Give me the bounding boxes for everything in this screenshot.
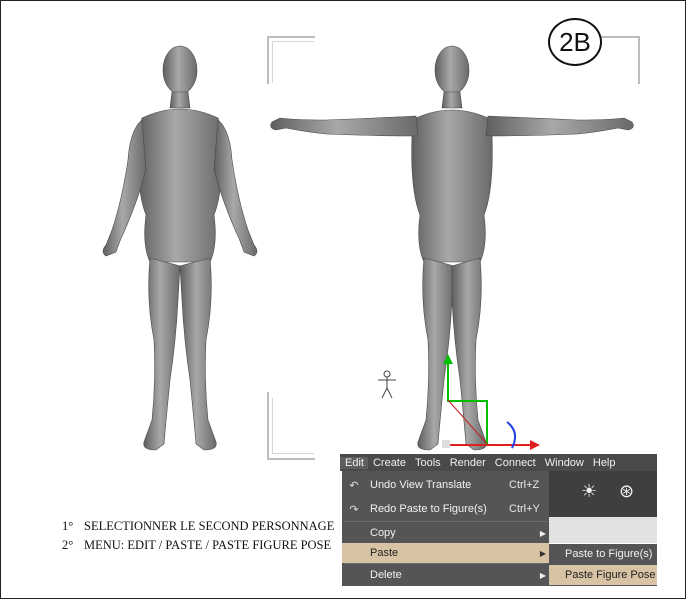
instruction-1-text: SELECTIONNER LE SECOND PERSONNAGE xyxy=(84,519,335,533)
menu-connect[interactable]: Connect xyxy=(490,457,540,469)
undo-label: Undo View Translate xyxy=(370,479,472,491)
redo-label: Redo Paste to Figure(s) xyxy=(370,503,487,515)
rotate-tool-icon[interactable]: ⊛ xyxy=(619,481,634,502)
menu-edit[interactable]: Edit xyxy=(340,456,368,469)
undo-shortcut: Ctrl+Z xyxy=(509,479,540,491)
delete-label: Delete xyxy=(370,569,402,581)
figure-tool-icon[interactable]: ☀ xyxy=(581,481,597,502)
menu-separator-2 xyxy=(344,563,547,564)
toolbar-strip xyxy=(549,517,657,543)
paste-figure-pose-label: Paste Figure Pose xyxy=(565,569,656,581)
toolbar: ☀ ⊛ xyxy=(549,471,657,517)
menu-item-paste[interactable]: Paste ▶ xyxy=(342,543,549,563)
gizmo-small-figure-icon xyxy=(378,370,396,399)
instructions: 1° SELECTIONNER LE SECOND PERSONNAGE 2° ME… xyxy=(62,517,334,555)
undo-icon: ↶ xyxy=(349,479,359,492)
menu-item-copy[interactable]: Copy ▶ xyxy=(342,523,549,543)
redo-shortcut: Ctrl+Y xyxy=(509,503,540,515)
transform-gizmo[interactable] xyxy=(372,352,542,457)
paste-to-figures-label: Paste to Figure(s) xyxy=(565,548,653,560)
menu-item-delete[interactable]: Delete ▶ xyxy=(342,565,549,585)
instruction-2-number: 2° xyxy=(62,538,74,552)
menu-create[interactable]: Create xyxy=(368,457,410,469)
menu-render[interactable]: Render xyxy=(445,457,490,469)
copy-label: Copy xyxy=(370,527,396,539)
copy-submenu-arrow-icon: ▶ xyxy=(539,528,546,538)
menu-tools[interactable]: Tools xyxy=(410,457,445,469)
menu-window[interactable]: Window xyxy=(540,457,588,469)
instruction-2-text: MENU: EDIT / PASTE / PASTE FIGURE POSE xyxy=(84,538,332,552)
paste-submenu-arrow-icon: ▶ xyxy=(539,548,546,558)
submenu-item-paste-to-figures[interactable]: Paste to Figure(s) xyxy=(549,544,657,564)
menu-item-undo[interactable]: ↶ Undo View Translate Ctrl+Z xyxy=(342,475,549,495)
redo-icon: ↷ xyxy=(349,503,359,516)
menu-bar: Edit Create Tools Render Connect Window … xyxy=(340,454,657,471)
menu-item-redo[interactable]: ↷ Redo Paste to Figure(s) Ctrl+Y xyxy=(342,499,549,519)
menu-help[interactable]: Help xyxy=(588,457,620,469)
instruction-2: 2° MENU: EDIT / PASTE / PASTE FIGURE POSE xyxy=(62,536,334,555)
instruction-1-number: 1° xyxy=(62,519,74,533)
menu-separator xyxy=(344,521,547,522)
submenu-item-paste-figure-pose[interactable]: Paste Figure Pose xyxy=(549,565,657,585)
paste-submenu: Paste to Figure(s) Paste Figure Pose xyxy=(549,544,657,586)
figure-a-pose xyxy=(102,45,258,451)
instruction-1: 1° SELECTIONNER LE SECOND PERSONNAGE xyxy=(62,517,334,536)
paste-label: Paste xyxy=(370,547,399,559)
edit-dropdown: ↶ Undo View Translate Ctrl+Z ↷ Redo Past… xyxy=(342,471,549,586)
delete-submenu-arrow-icon: ▶ xyxy=(539,570,546,580)
